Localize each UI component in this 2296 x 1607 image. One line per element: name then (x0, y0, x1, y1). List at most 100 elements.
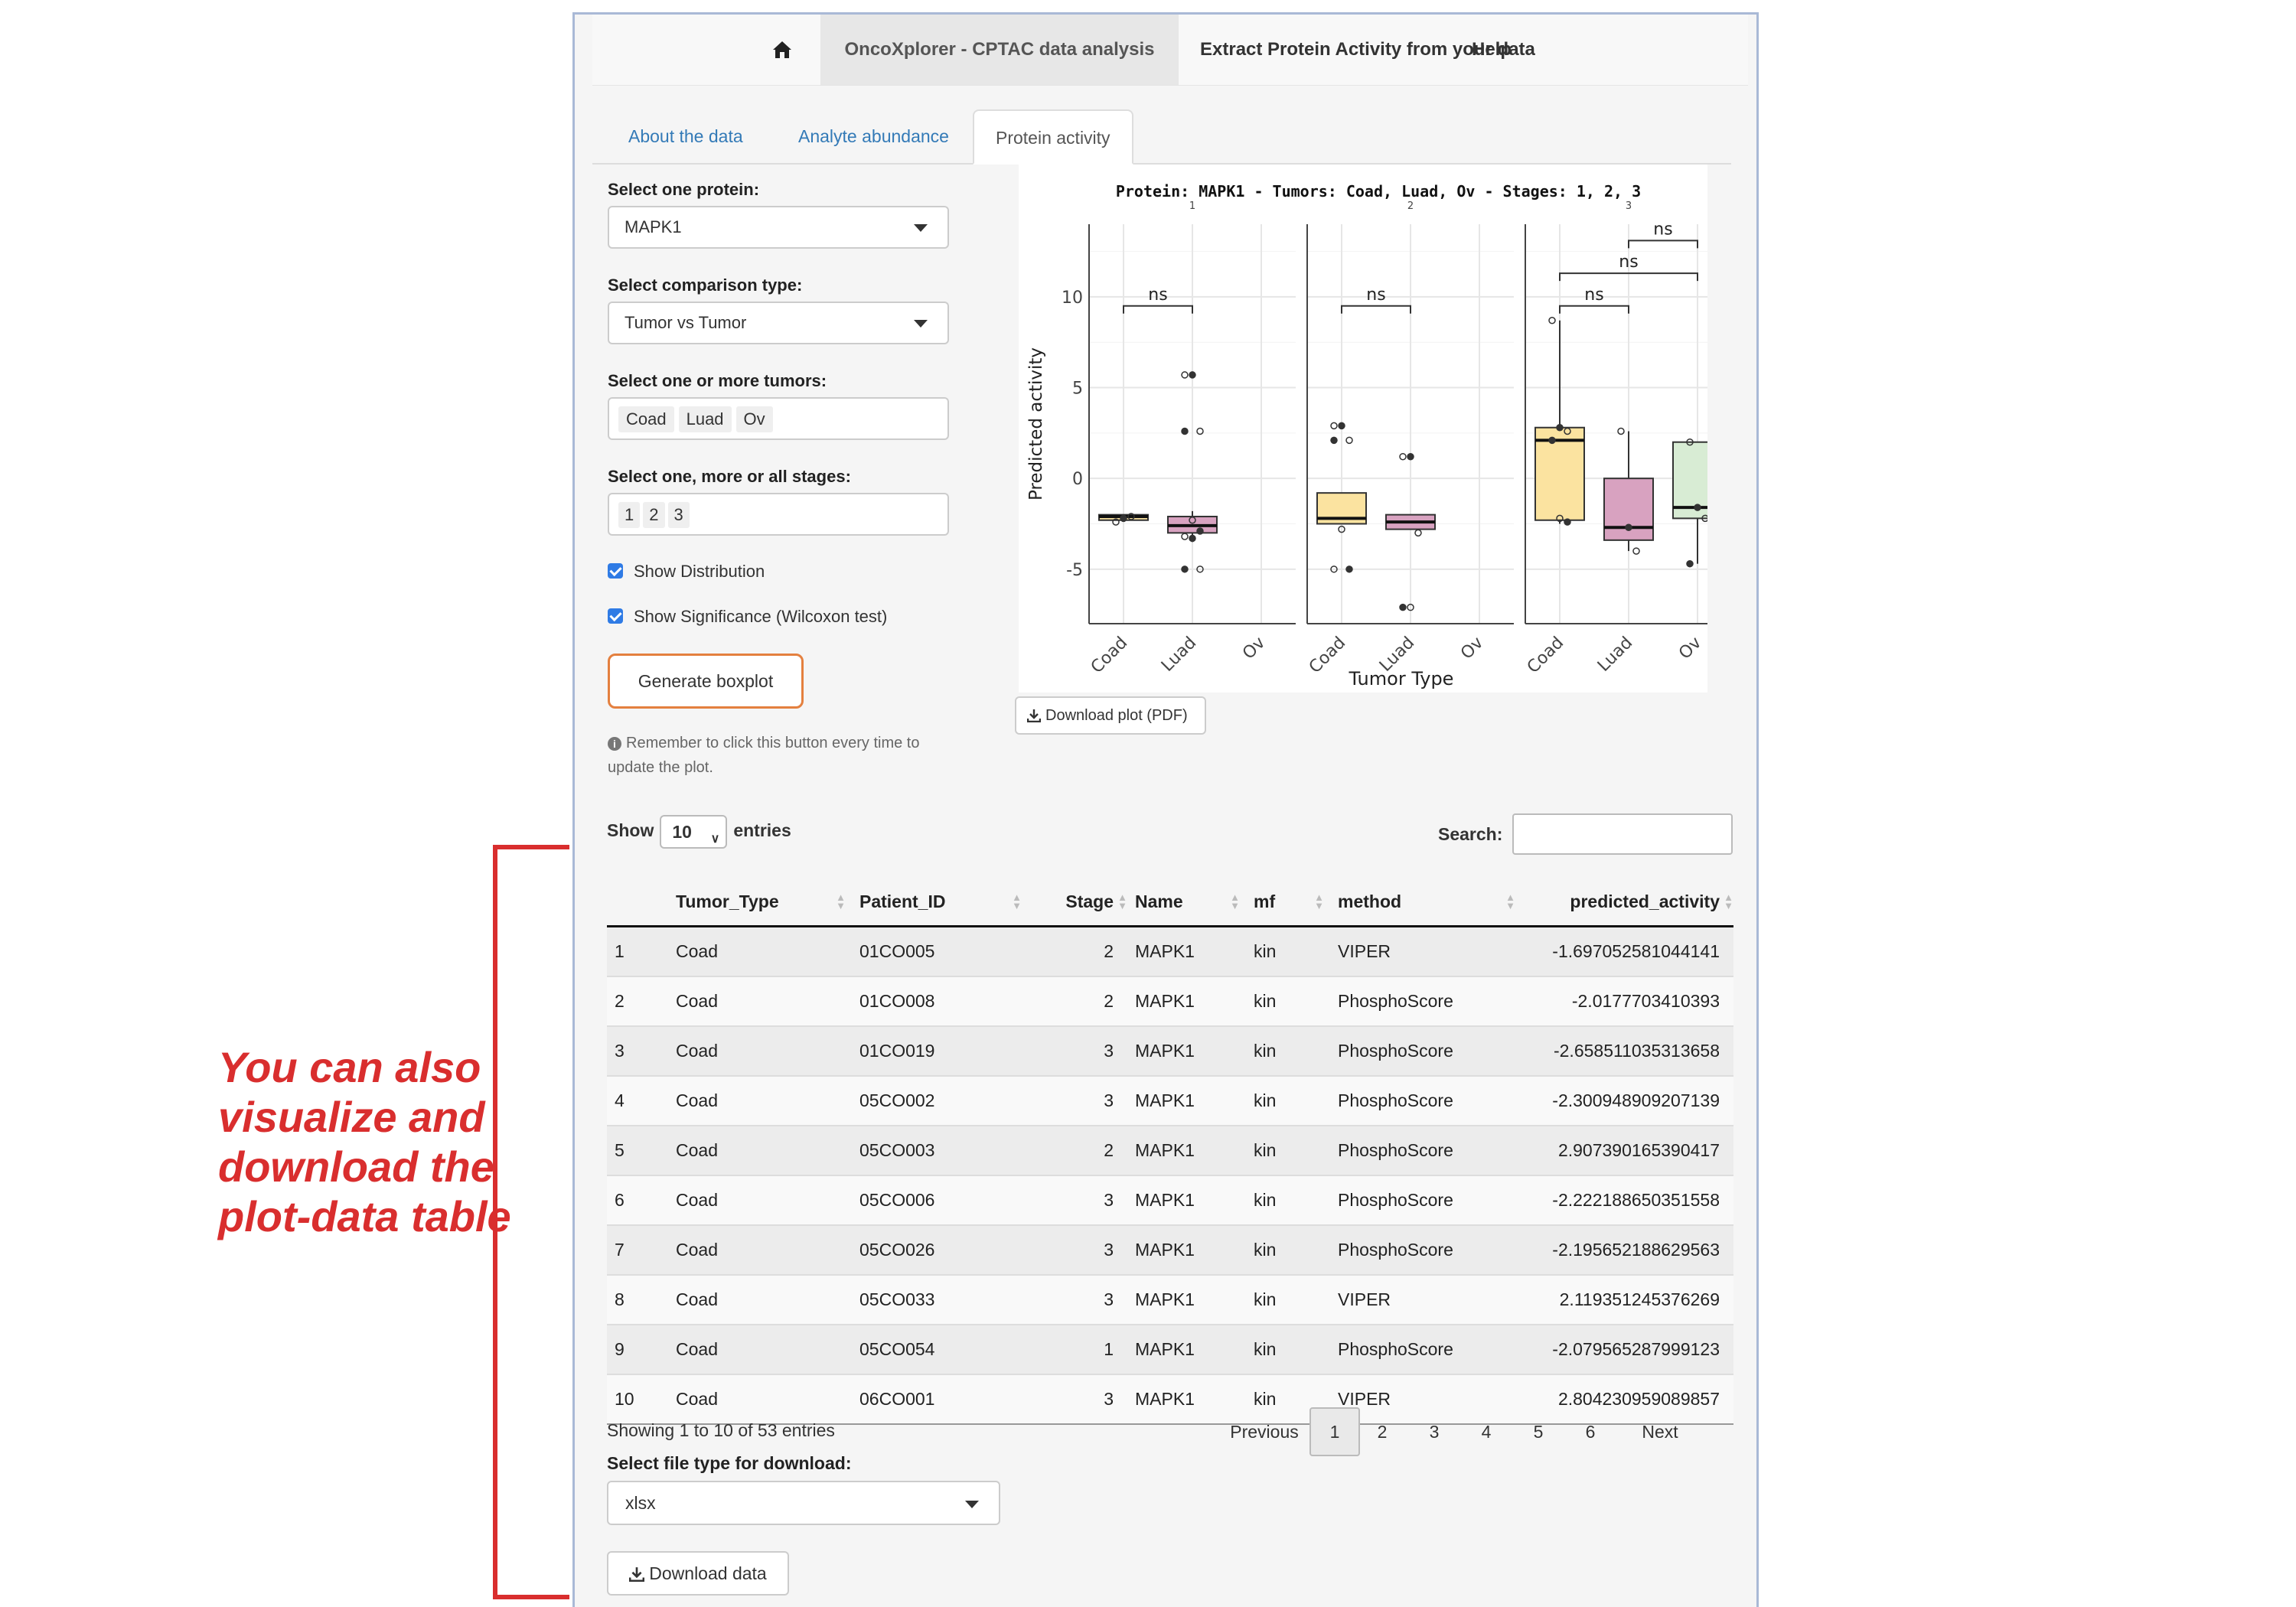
tumor-chip[interactable]: Luad (678, 406, 732, 432)
data-point (1330, 436, 1338, 445)
data-point (1120, 514, 1127, 523)
table-cell: MAPK1 (1127, 925, 1246, 976)
data-point (1564, 518, 1571, 526)
tab-analyte-abundance[interactable]: Analyte abundance (777, 109, 970, 163)
info-icon: i (608, 736, 621, 751)
show-significance-checkbox[interactable]: Show Significance (Wilcoxon test) (608, 605, 887, 628)
page-button-6[interactable]: 6 (1573, 1407, 1608, 1456)
column-header-stage[interactable]: Stage ▲ ▼ (1028, 878, 1127, 927)
page-button-1[interactable]: 1 (1309, 1407, 1360, 1456)
column-header-patient-id[interactable]: Patient_ID ▲ ▼ (852, 878, 1028, 927)
data-point (1686, 559, 1694, 568)
nav-oncoxplorer[interactable]: OncoXplorer - CPTAC data analysis (820, 15, 1179, 85)
tumors-multiselect[interactable]: Coad Luad Ov (608, 397, 949, 440)
caret-down-icon (965, 1501, 979, 1508)
significance-bracket (1559, 305, 1629, 314)
page-button-3[interactable]: 3 (1417, 1407, 1452, 1456)
table-cell: -2.300948909207139 (1521, 1075, 1733, 1126)
table-info: Showing 1 to 10 of 53 entries (607, 1420, 835, 1440)
download-data-button[interactable]: Download data (607, 1551, 789, 1596)
table-cell: Coad (668, 1175, 852, 1225)
data-point (1694, 504, 1701, 511)
data-point (1330, 422, 1338, 430)
next-page-button[interactable]: Next (1629, 1407, 1691, 1456)
previous-page-button[interactable]: Previous (1225, 1407, 1303, 1456)
file-type-select-value: xlsx (625, 1493, 656, 1513)
significance-label: ns (1148, 285, 1167, 305)
data-point (1414, 529, 1422, 537)
protein-label: Select one protein: (608, 180, 760, 199)
table-cell: MAPK1 (1127, 1125, 1246, 1175)
stage-chip[interactable]: 3 (667, 502, 690, 528)
show-distribution-checkbox[interactable]: Show Distribution (608, 560, 765, 583)
table-cell: kin (1246, 1175, 1330, 1225)
significance-bracket (1123, 305, 1193, 314)
y-tick-label: 0 (1072, 470, 1083, 489)
stage-chip[interactable]: 2 (643, 502, 665, 528)
entries-select[interactable]: 10 ∨ (660, 815, 728, 849)
tumor-chip[interactable]: Ov (735, 406, 773, 432)
column-header-index (607, 878, 668, 927)
table-row: 1 Coad 01CO005 2 MAPK1 kin VIPER -1.69705258104… (607, 925, 1733, 976)
generate-boxplot-button[interactable]: Generate boxplot (608, 654, 804, 709)
data-point (1181, 427, 1189, 435)
file-type-select[interactable]: xlsx (607, 1481, 1000, 1525)
table-cell: -2.0177703410393 (1521, 976, 1733, 1026)
table-cell: 05CO054 (852, 1324, 1028, 1374)
table-cell: 2 (1028, 976, 1127, 1026)
page-button-4[interactable]: 4 (1469, 1407, 1504, 1456)
significance-label: ns (1653, 220, 1672, 239)
comparison-select[interactable]: Tumor vs Tumor (608, 302, 949, 344)
significance-label: ns (1366, 285, 1385, 305)
x-tick-label: Ov (1675, 634, 1705, 663)
tab-about-the-data[interactable]: About the data (607, 109, 765, 163)
update-hint-text: Remember to click this button every time… (608, 735, 920, 776)
significance-label: ns (1584, 285, 1603, 305)
home-icon[interactable] (767, 15, 797, 85)
navbar: OncoXplorer - CPTAC data analysis Extrac… (592, 15, 1748, 86)
facet-label: 3 (1626, 200, 1632, 212)
checkbox-icon (608, 608, 623, 624)
data-point (1632, 547, 1640, 555)
show-significance-label: Show Significance (Wilcoxon test) (634, 607, 888, 626)
protein-select[interactable]: MAPK1 (608, 206, 949, 249)
download-plot-button[interactable]: Download plot (PDF) (1015, 696, 1206, 735)
table-cell: 10 (607, 1374, 668, 1425)
search-label: Search: (1438, 824, 1503, 844)
table-cell: 9 (607, 1324, 668, 1374)
stage-chip[interactable]: 1 (618, 502, 641, 528)
table-cell: kin (1246, 1075, 1330, 1126)
column-header-name[interactable]: Name ▲ ▼ (1127, 878, 1246, 927)
table-cell: Coad (668, 1324, 852, 1374)
data-point (1196, 527, 1204, 535)
table-cell: VIPER (1330, 1274, 1521, 1325)
column-header-predicted-activity[interactable]: predicted_activity ▲ ▼ (1521, 878, 1733, 927)
nav-help[interactable]: Help (1472, 15, 1512, 85)
column-header-mf[interactable]: mf ▲ ▼ (1246, 878, 1330, 927)
table-cell: PhosphoScore (1330, 1324, 1521, 1374)
table-cell: -2.195652188629563 (1521, 1224, 1733, 1275)
page-button-2[interactable]: 2 (1365, 1407, 1400, 1456)
table-cell: 3 (1028, 1175, 1127, 1225)
x-tick-label: Ov (1457, 634, 1487, 663)
table-cell: Coad (668, 1374, 852, 1425)
table-cell: PhosphoScore (1330, 976, 1521, 1026)
sort-icon: ▲ ▼ (836, 892, 846, 911)
show-distribution-label: Show Distribution (634, 562, 765, 581)
table-cell: kin (1246, 1125, 1330, 1175)
tab-protein-activity[interactable]: Protein activity (973, 109, 1133, 165)
protein-select-value: MAPK1 (625, 217, 682, 236)
table-cell: kin (1246, 1274, 1330, 1325)
table-cell: 3 (1028, 1075, 1127, 1126)
column-header-tumor-type[interactable]: Tumor_Type ▲ ▼ (668, 878, 852, 927)
tumor-chip[interactable]: Coad (618, 406, 674, 432)
page-button-5[interactable]: 5 (1521, 1407, 1556, 1456)
x-tick-label: Coad (1524, 634, 1567, 677)
data-point (1181, 371, 1189, 379)
comparison-label: Select comparison type: (608, 275, 803, 295)
table-cell: 2.907390165390417 (1521, 1125, 1733, 1175)
column-header-method[interactable]: method ▲ ▼ (1330, 878, 1521, 927)
stages-multiselect[interactable]: 123 (608, 493, 949, 536)
search-input[interactable] (1512, 813, 1733, 855)
boxplot-chart: Protein: MAPK1 - Tumors: Coad, Luad, Ov … (1026, 182, 1732, 689)
